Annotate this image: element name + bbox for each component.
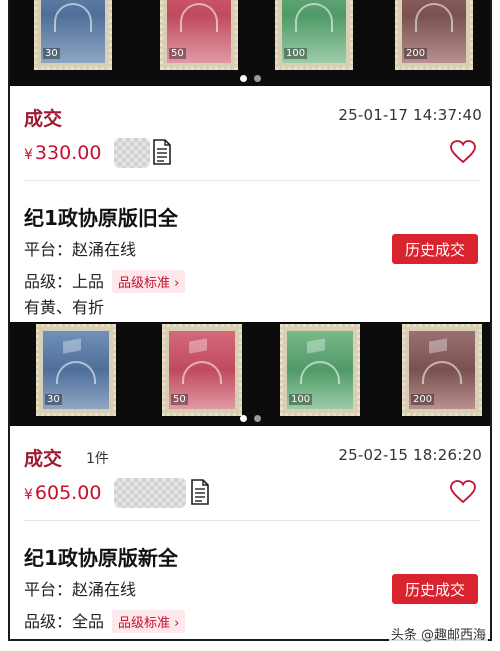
deal-time: 25-01-17 14:37:40 — [338, 106, 482, 124]
grade-row: 品级：全品 品级标准 › — [24, 608, 186, 633]
stamp-image: 200 — [395, 0, 473, 70]
deal-quantity: 1件 — [86, 451, 109, 467]
carousel-indicator — [10, 72, 490, 84]
stamp-photo[interactable]: 30 50 100 200 — [10, 322, 490, 426]
carousel-dot[interactable] — [253, 74, 261, 82]
grade-standard-link[interactable]: 品级标准 › — [112, 610, 186, 633]
grade-row: 品级：上品 品级标准 › — [24, 268, 186, 293]
deal-price: ¥605.00 — [24, 482, 102, 504]
divider — [24, 520, 480, 521]
listing-card[interactable]: 成交 1件 25-02-15 18:26:20 ¥605.00 纪1政协原版新全… — [10, 426, 490, 639]
stamp-image: 50 — [160, 0, 238, 70]
document-icon[interactable] — [152, 139, 172, 165]
condition-note: 有黄、有折 — [24, 298, 105, 317]
stamp-image: 30 — [34, 0, 112, 70]
heart-icon[interactable] — [450, 480, 476, 504]
carousel-dot-active[interactable] — [239, 74, 247, 82]
stamp-image: 100 — [275, 0, 353, 70]
carousel-indicator — [10, 412, 490, 424]
stamp-photo-top[interactable]: 30 50 100 200 — [10, 0, 490, 86]
history-deals-button[interactable]: 历史成交 — [392, 234, 478, 264]
divider — [24, 180, 480, 181]
platform-row: 平台：赵涌在线 — [24, 580, 137, 599]
item-title: 纪1政协原版旧全 — [24, 206, 178, 230]
deal-time: 25-02-15 18:26:20 — [338, 446, 482, 464]
deal-price: ¥330.00 — [24, 142, 102, 164]
stamp-image: 30 — [36, 324, 116, 416]
carousel-dot[interactable] — [253, 414, 261, 422]
listing-card[interactable]: 成交 25-01-17 14:37:40 ¥330.00 纪1政协原版旧全 平台… — [10, 86, 490, 322]
blurred-info — [114, 478, 186, 508]
source-credit: 头条 @趣邮西海 — [388, 624, 488, 643]
stamp-image: 100 — [280, 324, 360, 416]
deal-status: 成交 — [24, 448, 63, 470]
document-icon[interactable] — [190, 479, 210, 505]
deal-status: 成交 — [24, 108, 63, 130]
grade-standard-link[interactable]: 品级标准 › — [112, 270, 186, 293]
stamp-image: 200 — [402, 324, 482, 416]
heart-icon[interactable] — [450, 140, 476, 164]
stamp-image: 50 — [162, 324, 242, 416]
blurred-info — [114, 138, 150, 168]
carousel-dot-active[interactable] — [239, 414, 247, 422]
item-title: 纪1政协原版新全 — [24, 546, 178, 570]
platform-row: 平台：赵涌在线 — [24, 240, 137, 259]
listing-frame: 30 50 100 200 成交 25-01-17 14:37:40 ¥330.… — [8, 0, 492, 641]
history-deals-button[interactable]: 历史成交 — [392, 574, 478, 604]
